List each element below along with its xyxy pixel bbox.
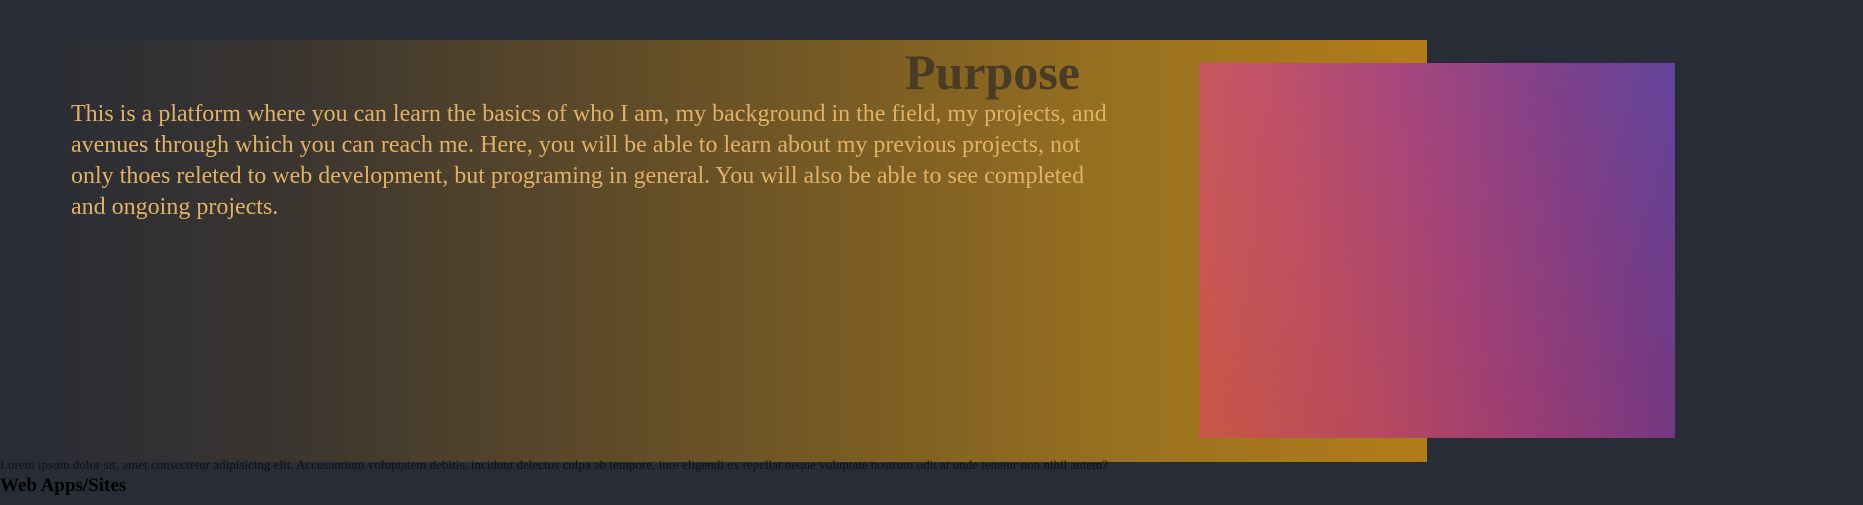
purpose-description: This is a platform where you can learn t… bbox=[71, 101, 1107, 220]
purpose-gradient-image bbox=[1199, 63, 1675, 438]
projects-intro-text: Lorem ipsum dolor sit, amet consectetur … bbox=[0, 457, 1108, 472]
page: Purpose This is a platform where you can… bbox=[0, 0, 1863, 505]
web-apps-heading: Web Apps/Sites bbox=[0, 475, 127, 496]
